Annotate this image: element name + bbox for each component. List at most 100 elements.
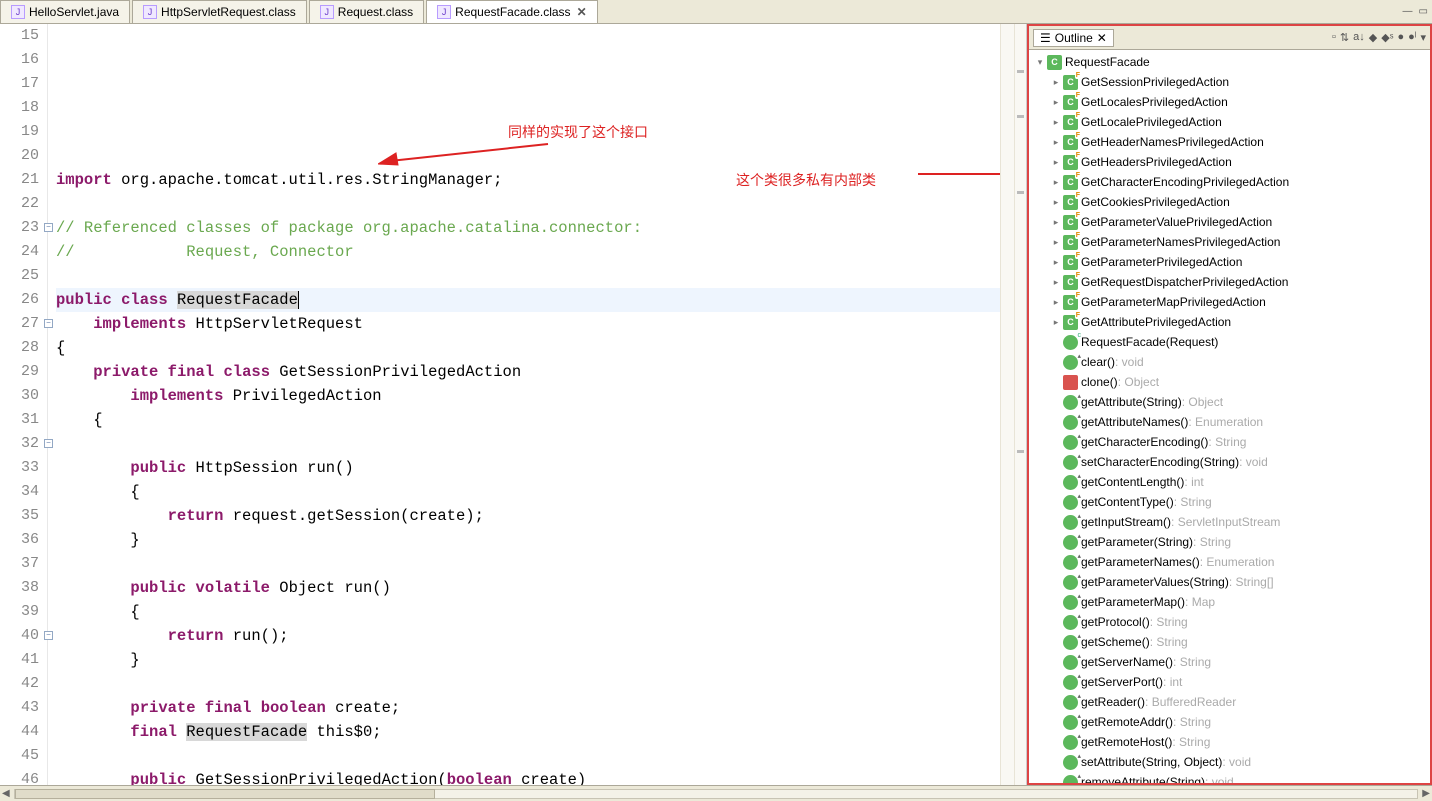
code-line[interactable]: } (56, 648, 1000, 672)
code-line[interactable]: implements HttpServletRequest (56, 312, 1000, 336)
editor-tab[interactable]: JRequestFacade.class ✕ (426, 0, 597, 23)
horizontal-scrollbar[interactable]: ◀ ▶ (0, 786, 1432, 801)
outline-item[interactable]: ▸FGetHeaderNamesPrivilegedAction (1033, 132, 1430, 152)
outline-item[interactable]: ▴getReader() : BufferedReader (1033, 692, 1430, 712)
outline-item[interactable]: ▴getParameterValues(String) : String[] (1033, 572, 1430, 592)
outline-item[interactable]: cRequestFacade(Request) (1033, 332, 1430, 352)
outline-item[interactable]: ▸FGetLocalesPrivilegedAction (1033, 92, 1430, 112)
outline-item[interactable]: ▸FGetLocalePrivilegedAction (1033, 112, 1430, 132)
editor-tab[interactable]: JRequest.class (309, 0, 424, 23)
outline-item[interactable]: ▸FGetSessionPrivilegedAction (1033, 72, 1430, 92)
tree-twistie-icon[interactable]: ▸ (1049, 117, 1063, 128)
tree-twistie-icon[interactable]: ▸ (1049, 277, 1063, 288)
outline-item[interactable]: ▸FGetParameterValuePrivilegedAction (1033, 212, 1430, 232)
outline-item[interactable]: clone() : Object (1033, 372, 1430, 392)
tree-twistie-icon[interactable]: ▸ (1049, 97, 1063, 108)
outline-item[interactable]: ▴getServerName() : String (1033, 652, 1430, 672)
outline-tree[interactable]: ▾RequestFacade▸FGetSessionPrivilegedActi… (1029, 50, 1430, 783)
code-line[interactable]: private final class GetSessionPrivileged… (56, 360, 1000, 384)
maximize-icon[interactable]: ▭ (1419, 6, 1428, 17)
tree-twistie-icon[interactable]: ▸ (1049, 297, 1063, 308)
minimize-icon[interactable]: — (1403, 6, 1413, 17)
outline-item[interactable]: ▴getParameterNames() : Enumeration (1033, 552, 1430, 572)
focus-icon[interactable]: ▫ (1332, 31, 1336, 44)
code-area[interactable]: 同样的实现了这个接口 这个类很多私有内部类 import org.apache.… (48, 24, 1000, 785)
tree-twistie-icon[interactable]: ▸ (1049, 177, 1063, 188)
code-line[interactable] (56, 744, 1000, 768)
code-line[interactable]: public volatile Object run() (56, 576, 1000, 600)
outline-item[interactable]: ▸FGetCharacterEncodingPrivilegedAction (1033, 172, 1430, 192)
outline-item[interactable]: ▴getAttribute(String) : Object (1033, 392, 1430, 412)
code-line[interactable] (56, 432, 1000, 456)
editor-tab[interactable]: JHttpServletRequest.class (132, 0, 307, 23)
hide-fields-icon[interactable]: ◆ (1369, 31, 1377, 44)
tree-twistie-icon[interactable]: ▸ (1049, 317, 1063, 328)
outline-item[interactable]: ▸FGetParameterNamesPrivilegedAction (1033, 232, 1430, 252)
outline-item[interactable]: ▾RequestFacade (1033, 52, 1430, 72)
tree-twistie-icon[interactable]: ▸ (1049, 77, 1063, 88)
code-line[interactable] (56, 552, 1000, 576)
code-line[interactable]: public GetSessionPrivilegedAction(boolea… (56, 768, 1000, 785)
outline-item[interactable]: ▴getParameterMap() : Map (1033, 592, 1430, 612)
code-editor[interactable]: 151617181920212223−24252627−2829303132−3… (0, 24, 1027, 785)
outline-item[interactable]: ▴removeAttribute(String) : void (1033, 772, 1430, 783)
scroll-right-icon[interactable]: ▶ (1422, 788, 1430, 799)
code-line[interactable]: { (56, 408, 1000, 432)
hide-local-icon[interactable]: ●ˡ (1408, 31, 1416, 44)
outline-item[interactable]: ▴getParameter(String) : String (1033, 532, 1430, 552)
tree-twistie-icon[interactable]: ▸ (1049, 137, 1063, 148)
code-line[interactable]: } (56, 528, 1000, 552)
outline-item[interactable]: ▴getAttributeNames() : Enumeration (1033, 412, 1430, 432)
outline-item[interactable]: ▴getScheme() : String (1033, 632, 1430, 652)
tree-twistie-icon[interactable]: ▸ (1049, 237, 1063, 248)
sort-alpha-icon[interactable]: a↓ (1353, 31, 1365, 44)
hide-nonpublic-icon[interactable]: ● (1397, 31, 1404, 44)
tree-twistie-icon[interactable]: ▾ (1033, 57, 1047, 68)
outline-item[interactable]: ▴setCharacterEncoding(String) : void (1033, 452, 1430, 472)
outline-item[interactable]: ▴getInputStream() : ServletInputStream (1033, 512, 1430, 532)
outline-item[interactable]: ▴getContentLength() : int (1033, 472, 1430, 492)
outline-item[interactable]: ▴clear() : void (1033, 352, 1430, 372)
code-line[interactable]: { (56, 480, 1000, 504)
view-menu-icon[interactable]: ▾ (1420, 31, 1426, 44)
outline-item[interactable]: ▴setAttribute(String, Object) : void (1033, 752, 1430, 772)
code-line[interactable]: // Referenced classes of package org.apa… (56, 216, 1000, 240)
member-icon: F (1063, 155, 1078, 170)
sort-icon[interactable]: ⇅ (1340, 31, 1349, 44)
outline-item[interactable]: ▴getRemoteAddr() : String (1033, 712, 1430, 732)
outline-item[interactable]: ▴getServerPort() : int (1033, 672, 1430, 692)
code-line[interactable]: return request.getSession(create); (56, 504, 1000, 528)
code-line[interactable]: final RequestFacade this$0; (56, 720, 1000, 744)
code-line[interactable] (56, 672, 1000, 696)
outline-item[interactable]: ▸FGetParameterMapPrivilegedAction (1033, 292, 1430, 312)
code-line[interactable]: { (56, 600, 1000, 624)
outline-item[interactable]: ▴getRemoteHost() : String (1033, 732, 1430, 752)
outline-item[interactable]: ▴getProtocol() : String (1033, 612, 1430, 632)
code-line[interactable]: { (56, 336, 1000, 360)
hide-static-icon[interactable]: ◆ˢ (1381, 31, 1393, 44)
outline-tab[interactable]: ☰ Outline ✕ (1033, 29, 1114, 47)
overview-ruler[interactable] (1014, 24, 1026, 785)
code-line[interactable] (56, 264, 1000, 288)
tree-twistie-icon[interactable]: ▸ (1049, 197, 1063, 208)
outline-item[interactable]: ▸FGetCookiesPrivilegedAction (1033, 192, 1430, 212)
close-icon[interactable]: ✕ (1097, 31, 1107, 45)
tree-twistie-icon[interactable]: ▸ (1049, 157, 1063, 168)
outline-item[interactable]: ▴getContentType() : String (1033, 492, 1430, 512)
outline-item[interactable]: ▸FGetRequestDispatcherPrivilegedAction (1033, 272, 1430, 292)
code-line[interactable] (56, 192, 1000, 216)
tree-twistie-icon[interactable]: ▸ (1049, 257, 1063, 268)
outline-item[interactable]: ▸FGetHeadersPrivilegedAction (1033, 152, 1430, 172)
code-line[interactable]: public class RequestFacade (56, 288, 1000, 312)
code-line[interactable]: implements PrivilegedAction (56, 384, 1000, 408)
outline-item[interactable]: ▴getCharacterEncoding() : String (1033, 432, 1430, 452)
code-line[interactable]: // Request, Connector (56, 240, 1000, 264)
outline-item[interactable]: ▸FGetAttributePrivilegedAction (1033, 312, 1430, 332)
outline-item[interactable]: ▸FGetParameterPrivilegedAction (1033, 252, 1430, 272)
close-icon[interactable]: ✕ (577, 5, 587, 19)
code-line[interactable]: return run(); (56, 624, 1000, 648)
code-line[interactable]: private final boolean create; (56, 696, 1000, 720)
tree-twistie-icon[interactable]: ▸ (1049, 217, 1063, 228)
editor-tab[interactable]: JHelloServlet.java (0, 0, 130, 23)
code-line[interactable]: public HttpSession run() (56, 456, 1000, 480)
